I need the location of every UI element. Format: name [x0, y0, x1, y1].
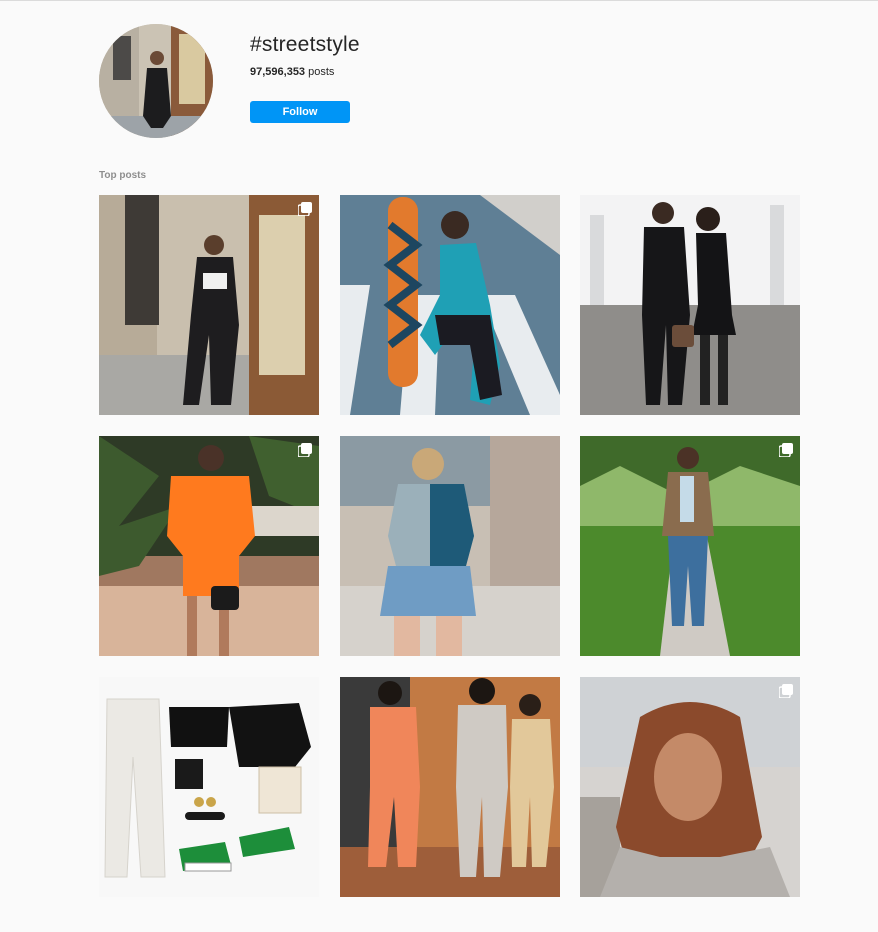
post-tile[interactable]: [580, 195, 800, 415]
multiple-photos-icon: [298, 202, 312, 216]
hashtag-title: #streetstyle: [250, 33, 360, 56]
top-posts-grid: [99, 195, 801, 897]
post-tile[interactable]: [99, 677, 319, 897]
post-tile[interactable]: [340, 677, 560, 897]
post-tile[interactable]: [99, 195, 319, 415]
hashtag-avatar: [99, 24, 213, 138]
multiple-photos-icon: [779, 684, 793, 698]
multiple-photos-icon: [779, 443, 793, 457]
post-tile[interactable]: [580, 677, 800, 897]
top-posts-label: Top posts: [99, 170, 147, 181]
post-tile[interactable]: [340, 195, 560, 415]
post-tile[interactable]: [340, 436, 560, 656]
post-count-number: 97,596,353: [250, 66, 306, 78]
top-divider: [0, 0, 878, 1]
post-tile[interactable]: [580, 436, 800, 656]
multiple-photos-icon: [298, 443, 312, 457]
follow-button[interactable]: Follow: [250, 101, 350, 123]
post-count-suffix: posts: [305, 66, 335, 78]
post-tile[interactable]: [99, 436, 319, 656]
post-count: 97,596,353 posts: [250, 66, 334, 78]
